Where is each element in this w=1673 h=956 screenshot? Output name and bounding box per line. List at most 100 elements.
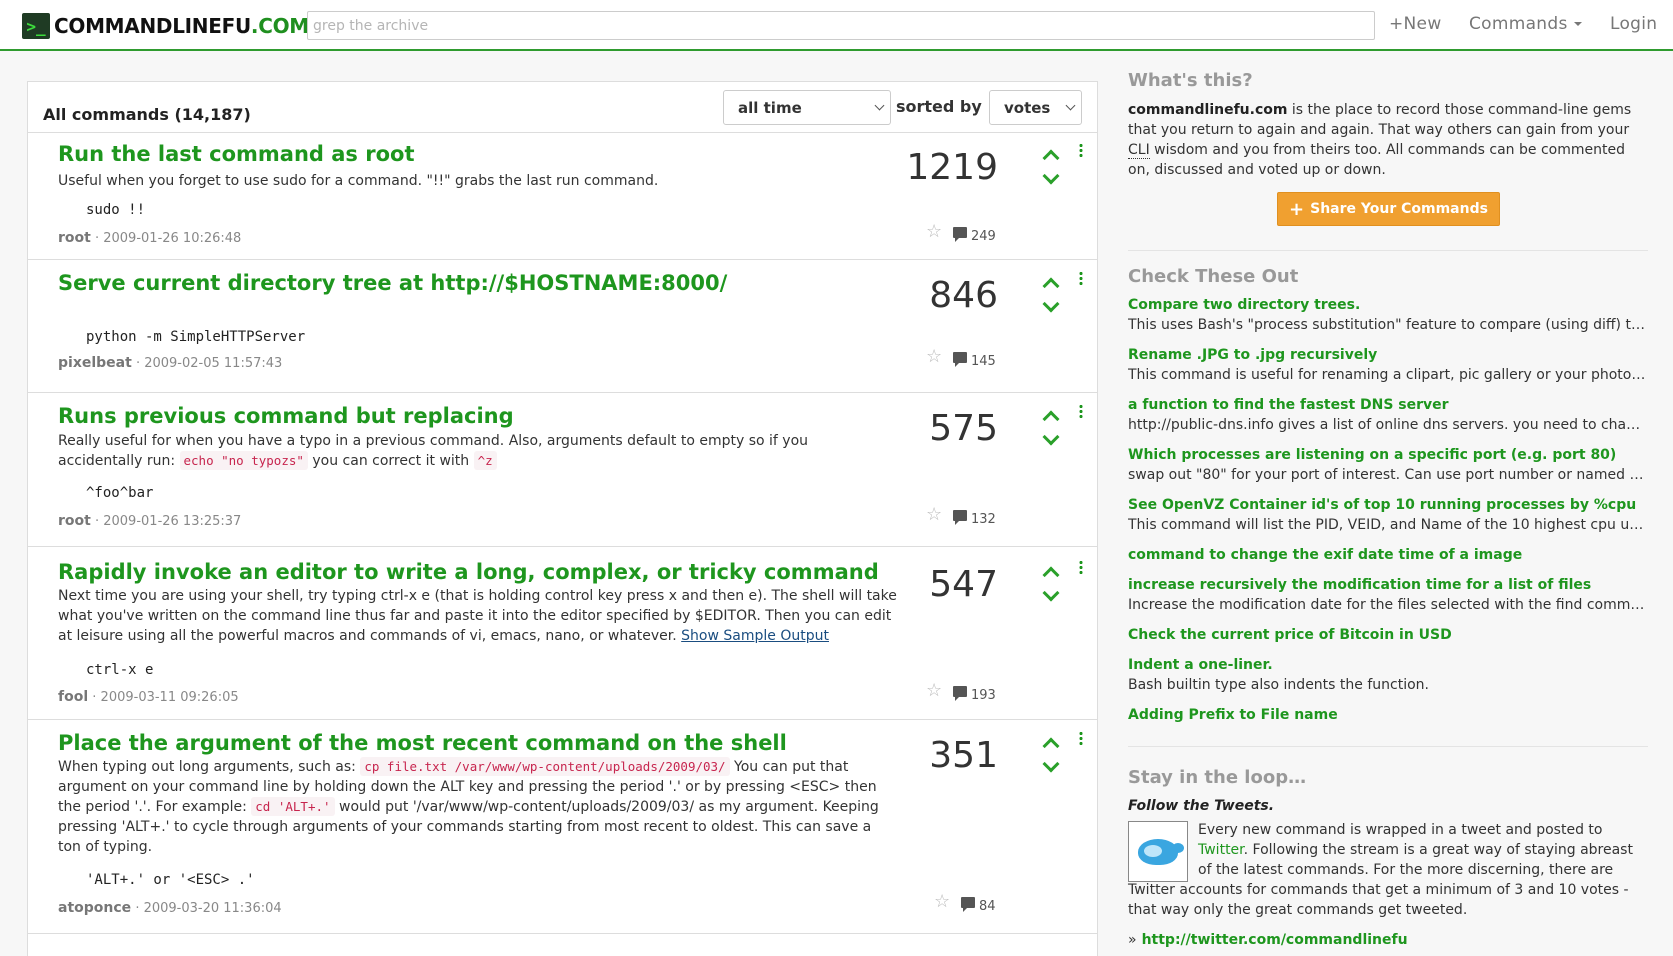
more-menu-icon[interactable] — [1079, 143, 1083, 157]
nav-new-link[interactable]: +New — [1389, 14, 1442, 34]
inline-code: ^z — [473, 451, 497, 470]
nav-login-link[interactable]: Login — [1610, 14, 1657, 34]
comment-icon[interactable] — [953, 510, 967, 525]
sort-select[interactable]: votes — [989, 90, 1082, 125]
share-commands-button[interactable]: + Share Your Commands — [1277, 192, 1500, 226]
downvote-icon[interactable] — [1042, 295, 1060, 313]
check-item-title[interactable]: Indent a one-liner. — [1128, 657, 1273, 673]
vote-count: 351 — [929, 735, 998, 776]
comment-icon[interactable] — [953, 227, 967, 242]
terminal-icon: >_ — [22, 13, 50, 39]
command-title[interactable]: Run the last command as root — [58, 142, 414, 166]
time-filter-value: all time — [738, 99, 802, 117]
twitter-link[interactable]: Twitter — [1198, 842, 1244, 858]
favorite-star-icon[interactable]: ☆ — [934, 891, 950, 912]
more-menu-icon[interactable] — [1079, 731, 1083, 745]
comment-count[interactable]: 84 — [979, 899, 996, 914]
time-filter-select[interactable]: all time — [723, 90, 891, 125]
inline-code: cp file.txt /var/www/wp-content/uploads/… — [360, 757, 730, 776]
command-meta: atoponce · 2009-03-20 11:36:04 — [58, 900, 282, 916]
more-menu-icon[interactable] — [1079, 404, 1083, 418]
command-title[interactable]: Place the argument of the most recent co… — [58, 731, 787, 755]
more-menu-icon[interactable] — [1079, 271, 1083, 285]
search-input[interactable] — [307, 11, 1375, 40]
favorite-star-icon[interactable]: ☆ — [926, 504, 942, 525]
check-item-title[interactable]: Which processes are listening on a speci… — [1128, 447, 1616, 463]
check-item-title[interactable]: a function to find the fastest DNS serve… — [1128, 397, 1449, 413]
comment-count[interactable]: 193 — [971, 688, 996, 703]
command-description: Next time you are using your shell, try … — [58, 588, 897, 644]
check-item-title[interactable]: Compare two directory trees. — [1128, 297, 1360, 313]
downvote-icon[interactable] — [1042, 584, 1060, 602]
vote-count: 846 — [929, 275, 998, 316]
chevron-down-icon — [1065, 100, 1076, 111]
downvote-icon[interactable] — [1042, 428, 1060, 446]
upvote-icon[interactable] — [1042, 149, 1060, 167]
site-header: >_ COMMANDLINEFU.COM +New Commands Login — [0, 0, 1673, 51]
command-item: Serve current directory tree at http://$… — [28, 260, 1097, 393]
nav-commands-dropdown[interactable]: Commands — [1469, 14, 1582, 34]
command-author[interactable]: root — [58, 513, 91, 529]
command-description: When typing out long arguments, such as:… — [58, 757, 879, 855]
divider — [1128, 746, 1648, 747]
whats-this-heading: What's this? — [1128, 70, 1253, 91]
check-item-title[interactable]: Adding Prefix to File name — [1128, 707, 1338, 723]
downvote-icon[interactable] — [1042, 167, 1060, 185]
command-meta: root · 2009-01-26 10:26:48 — [58, 230, 241, 246]
check-item-title[interactable]: command to change the exif date time of … — [1128, 547, 1522, 563]
list-title: All commands (14,187) — [43, 105, 251, 124]
upvote-icon[interactable] — [1042, 277, 1060, 295]
favorite-star-icon[interactable]: ☆ — [926, 346, 942, 367]
command-date: · 2009-03-20 11:36:04 — [135, 901, 282, 916]
comment-icon[interactable] — [953, 686, 967, 701]
favorite-star-icon[interactable]: ☆ — [926, 221, 942, 242]
sorted-by-label: sorted by — [896, 97, 982, 116]
command-author[interactable]: atoponce — [58, 900, 131, 916]
command-author[interactable]: pixelbeat — [58, 355, 132, 371]
comment-icon[interactable] — [953, 352, 967, 367]
command-item: Runs previous command but replacing Real… — [28, 393, 1097, 547]
stay-in-loop-heading: Stay in the loop… — [1128, 767, 1307, 788]
command-title[interactable]: Serve current directory tree at http://$… — [58, 271, 727, 295]
twitter-url-link[interactable]: http://twitter.com/commandlinefu — [1142, 932, 1408, 948]
show-sample-output-link[interactable]: Show Sample Output — [681, 628, 829, 644]
upvote-icon[interactable] — [1042, 410, 1060, 428]
check-item-title[interactable]: Check the current price of Bitcoin in US… — [1128, 627, 1452, 643]
tweets-text: Every new command is wrapped in a tweet … — [1128, 822, 1633, 918]
more-menu-icon[interactable] — [1079, 560, 1083, 574]
twitter-url: » http://twitter.com/commandlinefu — [1128, 932, 1408, 948]
upvote-icon[interactable] — [1042, 737, 1060, 755]
check-item-title[interactable]: Rename .JPG to .jpg recursively — [1128, 347, 1377, 363]
comment-count[interactable]: 145 — [971, 354, 996, 369]
command-item: Run the last command as root Useful when… — [28, 133, 1097, 260]
command-code: ctrl-x e — [86, 662, 154, 678]
command-item: Rapidly invoke an editor to write a long… — [28, 547, 1097, 720]
vote-count: 1219 — [906, 147, 998, 188]
vote-count: 575 — [929, 408, 998, 449]
command-meta: pixelbeat · 2009-02-05 11:57:43 — [58, 355, 282, 371]
command-title[interactable]: Rapidly invoke an editor to write a long… — [58, 560, 879, 584]
whats-this-text: commandlinefu.com is the place to record… — [1128, 102, 1632, 178]
inline-code: cd 'ALT+.' — [251, 797, 335, 816]
command-author[interactable]: root — [58, 230, 91, 246]
vote-count: 547 — [929, 564, 998, 605]
comment-icon[interactable] — [961, 897, 975, 912]
command-date: · 2009-01-26 13:25:37 — [94, 514, 242, 529]
comment-count[interactable]: 132 — [971, 512, 996, 527]
check-item-desc: Bash builtin type also indents the funct… — [1128, 677, 1429, 693]
check-item-title[interactable]: increase recursively the modification ti… — [1128, 577, 1591, 593]
upvote-icon[interactable] — [1042, 566, 1060, 584]
favorite-star-icon[interactable]: ☆ — [926, 680, 942, 701]
plus-icon: + — [1289, 198, 1305, 220]
comment-count[interactable]: 249 — [971, 229, 996, 244]
command-code: 'ALT+.' or '<ESC> .' — [86, 872, 255, 888]
command-date: · 2009-02-05 11:57:43 — [135, 356, 283, 371]
downvote-icon[interactable] — [1042, 755, 1060, 773]
check-item-title[interactable]: See OpenVZ Container id's of top 10 runn… — [1128, 497, 1636, 513]
command-title[interactable]: Runs previous command but replacing — [58, 404, 514, 428]
sort-value: votes — [1004, 99, 1051, 117]
command-item: Place the argument of the most recent co… — [28, 720, 1097, 934]
command-date: · 2009-01-26 10:26:48 — [94, 231, 242, 246]
site-logo[interactable]: >_ COMMANDLINEFU.COM — [22, 12, 309, 40]
command-author[interactable]: fool — [58, 689, 88, 705]
